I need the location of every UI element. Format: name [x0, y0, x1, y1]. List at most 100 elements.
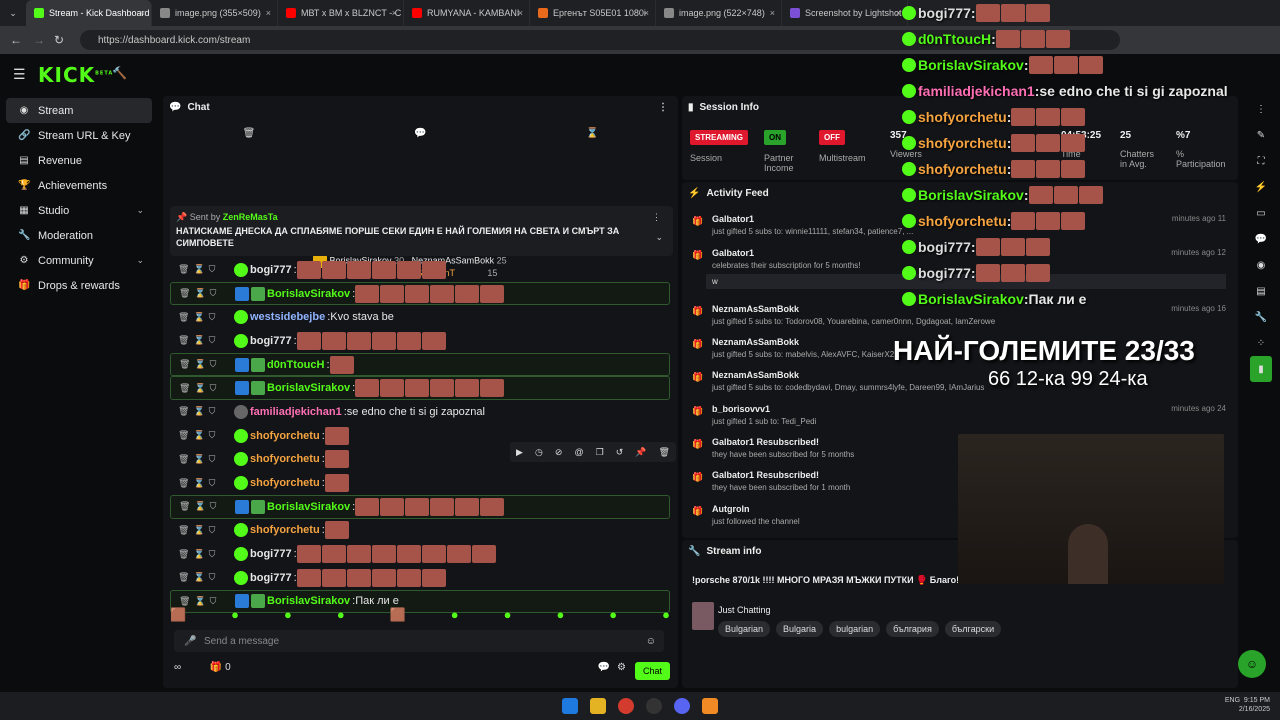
- hourglass-icon[interactable]: ⌛: [193, 312, 208, 322]
- trash-icon[interactable]: 🗑: [243, 128, 256, 139]
- wrench-rail-icon[interactable]: 🔧: [1242, 304, 1280, 330]
- chat-username[interactable]: BorislavSirakov: [267, 288, 350, 300]
- back-icon[interactable]: ←: [10, 33, 22, 47]
- emoji-icon[interactable]: ☺: [646, 636, 656, 647]
- stream-tag[interactable]: български: [944, 621, 1002, 637]
- close-icon[interactable]: ×: [140, 8, 145, 18]
- chat-bubble-icon[interactable]: 💬: [598, 662, 610, 673]
- browser-tab[interactable]: RUMYANA - KAMBANI ×: [404, 0, 530, 26]
- browser-tab[interactable]: image.png (355×509) ×: [152, 0, 278, 26]
- obs-icon[interactable]: [646, 698, 662, 714]
- hourglass-icon[interactable]: ⌛: [194, 501, 209, 511]
- pin-action-icon[interactable]: 📌: [635, 447, 646, 458]
- clock-icon[interactable]: ◷: [535, 447, 543, 458]
- close-icon[interactable]: ×: [644, 8, 649, 18]
- activity-user[interactable]: b_borisovvv1: [712, 404, 816, 414]
- chat-username[interactable]: shofyorchetu: [250, 453, 320, 465]
- gift-count-icon[interactable]: 🎁: [210, 662, 222, 673]
- activity-user[interactable]: NeznamAsSamBokk: [712, 370, 984, 380]
- sidebar-item-stream-url-key[interactable]: 🔗 Stream URL & Key: [6, 123, 152, 148]
- chat-username[interactable]: bogi777: [250, 572, 292, 584]
- shield-icon[interactable]: ⛉: [209, 478, 220, 488]
- menu-icon[interactable]: ☰: [13, 66, 26, 83]
- hourglass-icon[interactable]: ⌛: [193, 572, 208, 582]
- sidebar-item-community[interactable]: ⚙ Community ⌄: [6, 248, 152, 273]
- undo-icon[interactable]: ↺: [616, 447, 624, 458]
- sidebar-item-revenue[interactable]: ▤ Revenue: [6, 148, 152, 173]
- activity-user[interactable]: Autgroln: [712, 504, 800, 514]
- trash-icon[interactable]: 🗑: [178, 478, 193, 488]
- stream-tag[interactable]: Bulgarian: [718, 621, 771, 637]
- emote-10-icon[interactable]: ●: [662, 607, 670, 623]
- chat-username[interactable]: bogi777: [250, 264, 292, 276]
- slash-icon[interactable]: ⊘: [555, 447, 563, 458]
- hourglass-icon[interactable]: ⌛: [193, 478, 208, 488]
- emote-5-icon[interactable]: 🟫: [390, 607, 406, 623]
- stream-tag[interactable]: bulgarian: [829, 621, 881, 637]
- browser-tab[interactable]: image.png (522×748) ×: [656, 0, 782, 26]
- stream-tag[interactable]: Bulgaria: [776, 621, 824, 637]
- pinned-menu-icon[interactable]: ⋮: [652, 212, 661, 223]
- stream-tag[interactable]: българия: [886, 621, 939, 637]
- emote-4-icon[interactable]: ●: [337, 607, 345, 623]
- hourglass-icon[interactable]: ⌛: [194, 596, 209, 606]
- chat-username[interactable]: westsidebejbe: [250, 311, 325, 323]
- hourglass-icon[interactable]: ⌛: [193, 335, 208, 345]
- dots-icon[interactable]: ⁘: [1242, 330, 1280, 356]
- sidebar-item-achievements[interactable]: 🏆 Achievements: [6, 173, 152, 198]
- shield-icon[interactable]: ⛉: [209, 406, 220, 416]
- help-icon[interactable]: ☺: [1238, 650, 1266, 678]
- speech-icon[interactable]: 💬: [414, 128, 426, 139]
- bolt-rail-icon[interactable]: ⚡: [1242, 174, 1280, 200]
- windows-start-icon[interactable]: [562, 698, 578, 714]
- chat-username[interactable]: BorislavSirakov: [267, 382, 350, 394]
- close-icon[interactable]: ×: [770, 8, 775, 18]
- shield-icon[interactable]: ⛉: [209, 549, 220, 559]
- reload-icon[interactable]: ↻: [54, 33, 64, 47]
- infinity-icon[interactable]: ∞: [174, 662, 181, 673]
- trash-icon[interactable]: 🗑: [178, 454, 193, 464]
- settings-icon[interactable]: ⚙: [617, 662, 626, 673]
- forward-icon[interactable]: →: [33, 33, 45, 47]
- mention-icon[interactable]: @: [574, 447, 583, 457]
- play-icon[interactable]: ▶: [516, 447, 523, 458]
- hourglass-icon[interactable]: ⌛: [193, 264, 208, 274]
- shield-icon[interactable]: ⛉: [209, 525, 220, 535]
- shield-icon[interactable]: ⛉: [209, 454, 220, 464]
- sidebar-item-drops-rewards[interactable]: 🎁 Drops & rewards: [6, 273, 152, 298]
- close-icon[interactable]: ×: [518, 8, 523, 18]
- activity-user[interactable]: Galbator1 Resubscribed!: [712, 437, 854, 447]
- broadcast-icon[interactable]: ◉: [1242, 252, 1280, 278]
- emote-7-icon[interactable]: ●: [504, 607, 512, 623]
- chat-rail-icon[interactable]: 💬: [1242, 226, 1280, 252]
- trash-icon[interactable]: 🗑: [179, 359, 194, 369]
- close-icon[interactable]: ×: [896, 8, 901, 18]
- shield-icon[interactable]: ⛉: [210, 359, 221, 369]
- chat-username[interactable]: shofyorchetu: [250, 430, 320, 442]
- vlc-icon[interactable]: [702, 698, 718, 714]
- chat-username[interactable]: BorislavSirakov: [267, 595, 350, 607]
- kick-logo[interactable]: KICKBETA: [38, 63, 113, 87]
- emote-6-icon[interactable]: ●: [451, 607, 459, 623]
- trash-icon[interactable]: 🗑: [179, 288, 194, 298]
- expand-icon[interactable]: ⛶: [1242, 148, 1280, 174]
- shield-icon[interactable]: ⛉: [209, 335, 220, 345]
- browser-tab[interactable]: МВТ х ВМ х BLZNCT - С ×: [278, 0, 404, 26]
- chat-username[interactable]: shofyorchetu: [250, 477, 320, 489]
- trash-icon[interactable]: 🗑: [178, 264, 193, 274]
- chat-username[interactable]: bogi777: [250, 335, 292, 347]
- copy-icon[interactable]: ❐: [596, 447, 604, 458]
- shield-icon[interactable]: ⛉: [209, 264, 220, 274]
- shield-icon[interactable]: ⛉: [209, 572, 220, 582]
- shield-icon[interactable]: ⛉: [209, 430, 220, 440]
- chat-send-button[interactable]: Chat: [634, 662, 670, 680]
- mic-icon[interactable]: 🎤: [184, 636, 196, 647]
- rail-menu-icon[interactable]: ⋮: [1242, 96, 1280, 122]
- emote-8-icon[interactable]: ●: [556, 607, 564, 623]
- hourglass-icon[interactable]: ⌛: [193, 525, 208, 535]
- chrome-icon[interactable]: [618, 698, 634, 714]
- chat-username[interactable]: bogi777: [250, 548, 292, 560]
- trash-icon[interactable]: 🗑: [179, 501, 194, 511]
- chat-username[interactable]: familiadjekichan1: [250, 406, 342, 418]
- hourglass-icon[interactable]: ⌛: [193, 454, 208, 464]
